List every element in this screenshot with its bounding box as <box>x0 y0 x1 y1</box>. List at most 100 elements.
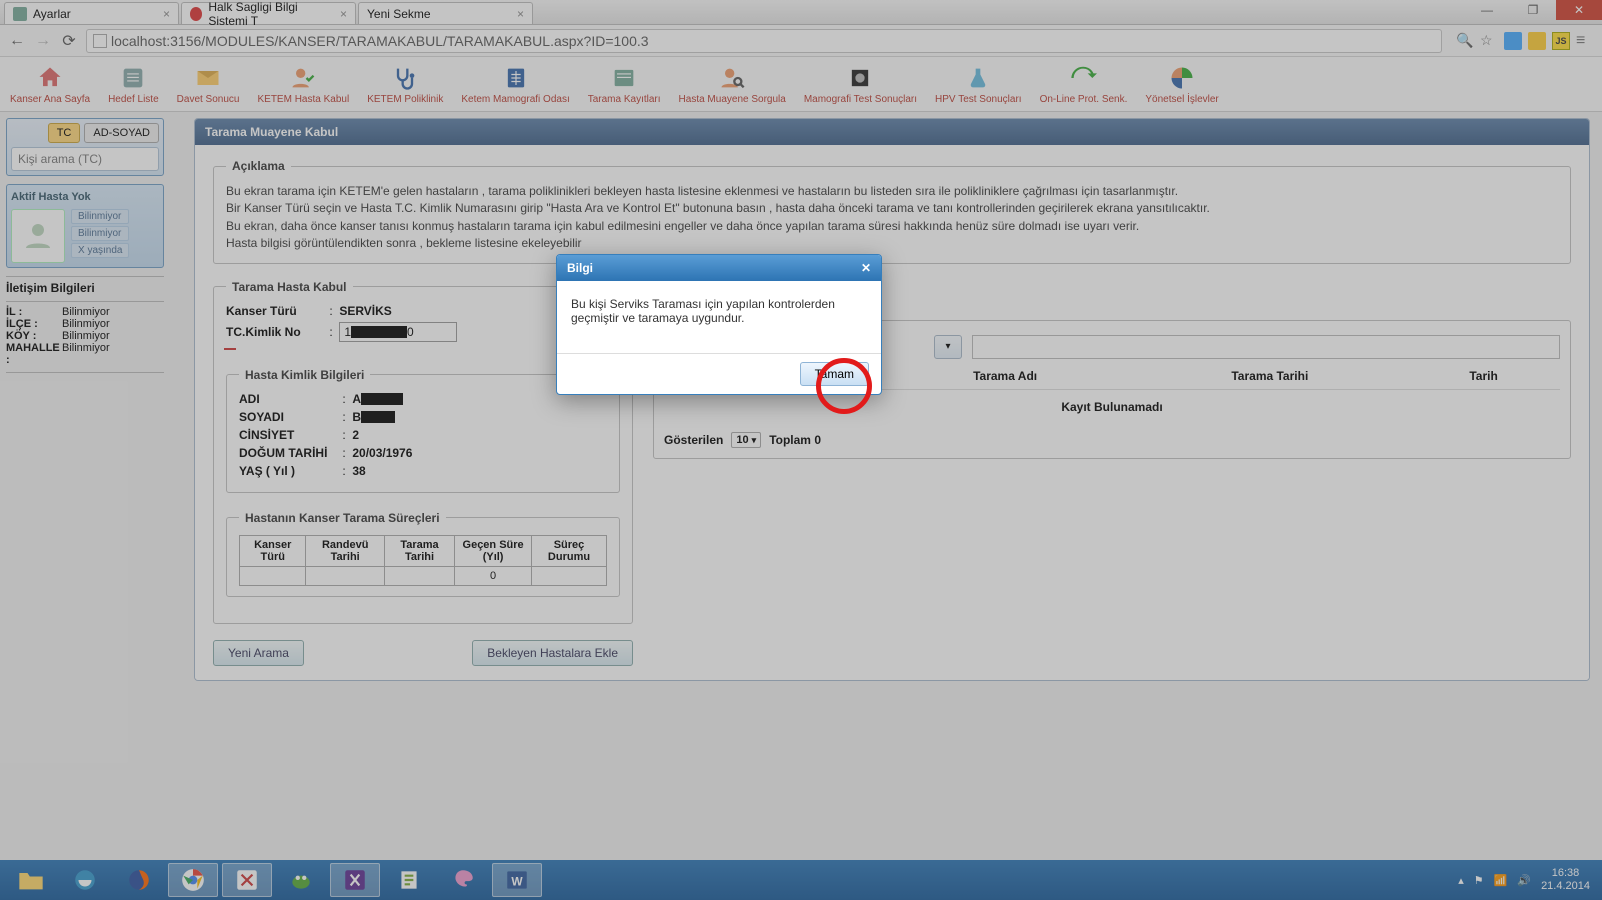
list-icon <box>119 64 147 92</box>
contact-block: İletişim Bilgileri İL :Bilinmiyor İLÇE :… <box>6 276 164 373</box>
th: Tarama Tarihi <box>384 535 454 566</box>
toolbar-item[interactable]: Davet Sonucu <box>171 62 246 107</box>
contact-title: İletişim Bilgileri <box>6 281 164 295</box>
tab-label: Halk Sagligi Bilgi Sistemi T <box>208 0 334 28</box>
zoom-icon[interactable]: 🔍 <box>1456 32 1474 50</box>
toolbar-label: Hedef Liste <box>108 94 159 105</box>
volume-icon[interactable]: 🔊 <box>1517 874 1531 887</box>
star-icon[interactable]: ☆ <box>1480 32 1498 50</box>
label: Toplam 0 <box>769 433 821 447</box>
network-icon[interactable]: 📶 <box>1494 874 1508 887</box>
field-val: 38 <box>352 464 365 478</box>
toolbar-item[interactable]: Mamografi Test Sonuçları <box>798 62 923 107</box>
stethoscope-icon <box>391 64 419 92</box>
url-text: localhost:3156/MODULES/KANSER/TARAMAKABU… <box>111 33 649 49</box>
clock[interactable]: 16:38 21.4.2014 <box>1541 867 1590 893</box>
info-line: Bilinmiyor <box>71 226 129 241</box>
app-toolbar: Kanser Ana Sayfa Hedef Liste Davet Sonuc… <box>0 57 1602 112</box>
toolbar-item[interactable]: Kanser Ana Sayfa <box>4 62 96 107</box>
system-tray[interactable]: ▴ ⚑ 📶 🔊 16:38 21.4.2014 <box>1458 867 1596 893</box>
window-close-button[interactable]: ✕ <box>1556 0 1602 20</box>
browser-tab[interactable]: Halk Sagligi Bilgi Sistemi T × <box>181 2 356 24</box>
search-input[interactable] <box>11 147 159 171</box>
dialog-body: Bu kişi Serviks Taraması için yapılan ko… <box>557 281 881 353</box>
xray-icon <box>502 64 530 92</box>
taskbar-item-notepadpp[interactable] <box>384 863 434 897</box>
menu-icon[interactable]: ≡ <box>1576 32 1594 50</box>
toolbar-label: Hasta Muayene Sorgula <box>679 94 786 105</box>
info-dialog: Bilgi ✕ Bu kişi Serviks Taraması için ya… <box>556 254 882 395</box>
tab-favicon <box>13 7 27 21</box>
toolbar-item[interactable]: Hedef Liste <box>102 62 165 107</box>
taskbar-item-ie[interactable] <box>60 863 110 897</box>
content: Tarama Muayene Kabul Açıklama Bu ekran t… <box>170 112 1602 860</box>
contact-key: KÖY : <box>6 330 62 342</box>
browser-tab[interactable]: Ayarlar × <box>4 2 179 24</box>
window-minimize-button[interactable]: — <box>1464 0 1510 20</box>
taskbar-item-chrome[interactable] <box>168 863 218 897</box>
extension-icon[interactable]: JS <box>1552 32 1570 50</box>
filter-input[interactable] <box>972 335 1560 359</box>
toolbar-label: KETEM Hasta Kabul <box>257 94 349 105</box>
taskbar-item-word[interactable]: W <box>492 863 542 897</box>
taskbar-item-toad[interactable] <box>276 863 326 897</box>
records-icon <box>610 64 638 92</box>
tab-close-icon[interactable]: × <box>163 7 170 21</box>
field-val: 20/03/1976 <box>352 446 412 460</box>
tab-tc[interactable]: TC <box>48 123 81 143</box>
extension-icon[interactable] <box>1504 32 1522 50</box>
pager: Gösterilen 10 ▾ Toplam 0 <box>664 432 1560 448</box>
aciklama-legend: Açıklama <box>226 159 291 173</box>
tab-close-icon[interactable]: × <box>517 7 524 21</box>
taskbar-item-vs[interactable] <box>330 863 380 897</box>
flag-icon[interactable]: ⚑ <box>1474 874 1484 887</box>
clock-date: 21.4.2014 <box>1541 880 1590 893</box>
info-line: X yaşında <box>71 243 129 258</box>
toolbar-item[interactable]: Yönetsel İşlevler <box>1139 62 1224 107</box>
forward-button[interactable]: → <box>34 32 52 50</box>
toolbar-label: HPV Test Sonuçları <box>935 94 1022 105</box>
tab-adsoyad[interactable]: AD-SOYAD <box>84 123 159 143</box>
bekleyen-ekle-button[interactable]: Bekleyen Hastalara Ekle <box>472 640 633 666</box>
dropdown[interactable]: ▾ <box>934 335 962 359</box>
dialog-close-icon[interactable]: ✕ <box>861 261 871 275</box>
dialog-ok-button[interactable]: Tamam <box>800 362 869 386</box>
tray-up-icon[interactable]: ▴ <box>1458 874 1464 887</box>
toolbar-item[interactable]: Hasta Muayene Sorgula <box>673 62 792 107</box>
address-bar[interactable]: localhost:3156/MODULES/KANSER/TARAMAKABU… <box>86 29 1442 53</box>
browser-tab[interactable]: Yeni Sekme × <box>358 2 533 24</box>
back-button[interactable]: ← <box>8 32 26 50</box>
contact-val: Bilinmiyor <box>62 306 110 318</box>
extension-icon[interactable] <box>1528 32 1546 50</box>
th: Kanser Türü <box>240 535 306 566</box>
aciklama-fieldset: Açıklama Bu ekran tarama için KETEM'e ge… <box>213 159 1571 264</box>
tab-close-icon[interactable]: × <box>340 7 347 21</box>
col-header: Tarama Tarihi <box>1142 369 1397 383</box>
page-size-select[interactable]: 10 ▾ <box>731 432 761 448</box>
label: Gösterilen <box>664 433 723 447</box>
pie-icon <box>1168 64 1196 92</box>
toolbar-label: Mamografi Test Sonuçları <box>804 94 917 105</box>
taskbar-item-explorer[interactable] <box>6 863 56 897</box>
toolbar-item[interactable]: HPV Test Sonuçları <box>929 62 1028 107</box>
toolbar-item[interactable]: KETEM Hasta Kabul <box>251 62 355 107</box>
window-maximize-button[interactable]: ❐ <box>1510 0 1556 20</box>
th: Randevü Tarihi <box>306 535 384 566</box>
taskbar-item-snip[interactable] <box>222 863 272 897</box>
reload-button[interactable]: ⟳ <box>60 32 78 50</box>
patient-info: Bilinmiyor Bilinmiyor X yaşında <box>71 209 129 263</box>
col-header: Tarama Adı <box>878 369 1133 383</box>
yeni-arama-button[interactable]: Yeni Arama <box>213 640 304 666</box>
toolbar-item[interactable]: Ketem Mamografi Odası <box>455 62 575 107</box>
sidebar: TC AD-SOYAD Aktif Hasta Yok Bilinmiyor B… <box>0 112 170 860</box>
field-val: A <box>352 392 403 406</box>
taskbar-item-paint[interactable] <box>438 863 488 897</box>
th: Süreç Durumu <box>532 535 607 566</box>
surec-fieldset: Hastanın Kanser Tarama Süreçleri Kanser … <box>226 511 620 597</box>
taskbar-item-firefox[interactable] <box>114 863 164 897</box>
info-line: Bilinmiyor <box>71 209 129 224</box>
toolbar-item[interactable]: On-Line Prot. Senk. <box>1034 62 1134 107</box>
toolbar-item[interactable]: Tarama Kayıtları <box>582 62 667 107</box>
dialog-title: Bilgi <box>567 261 593 275</box>
toolbar-item[interactable]: KETEM Poliklinik <box>361 62 449 107</box>
